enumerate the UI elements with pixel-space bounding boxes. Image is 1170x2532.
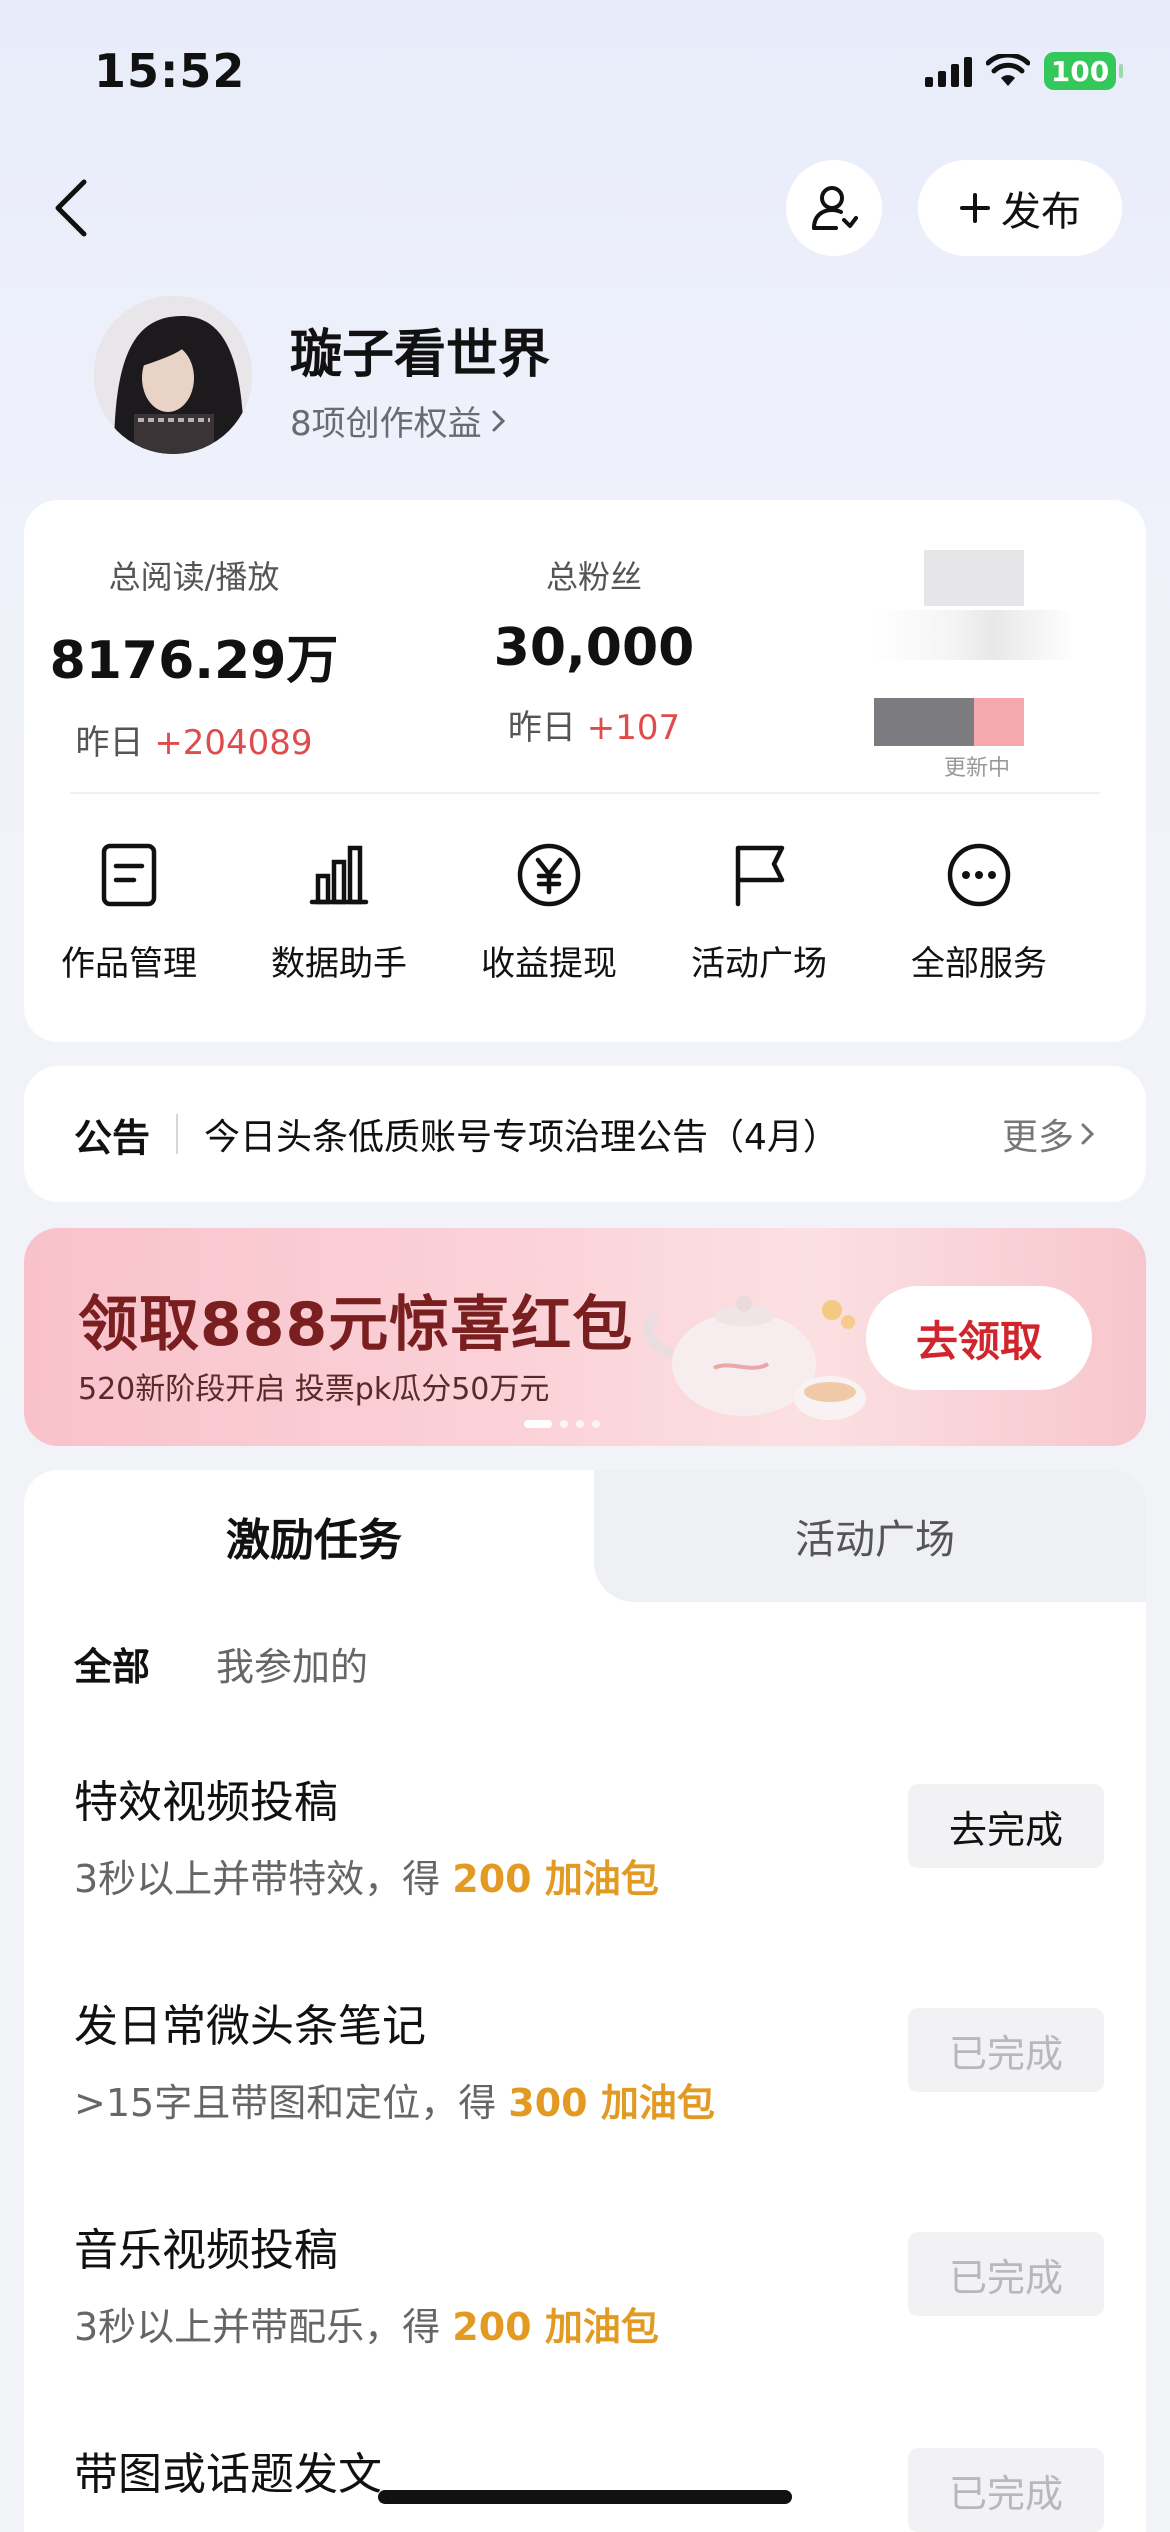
filter-all[interactable]: 全部 (74, 1636, 150, 1691)
publish-button[interactable]: 发布 (918, 160, 1122, 256)
redaction-block (874, 610, 1074, 660)
carousel-indicator (524, 1420, 600, 1428)
announcement-text[interactable]: 今日头条低质账号专项治理公告（4月） (204, 1108, 839, 1160)
task-complete-button[interactable]: 去完成 (908, 1784, 1104, 1868)
document-icon (101, 843, 157, 907)
avatar[interactable] (94, 296, 252, 454)
redaction-block (874, 698, 974, 746)
profile-name: 璇子看世界 (290, 325, 551, 385)
teapot-illustration (643, 1296, 866, 1420)
carousel-dot-active (524, 1420, 552, 1428)
service-earnings-withdraw[interactable]: 收益提现 (444, 840, 654, 985)
redaction-block (924, 550, 1024, 606)
status-icons: 100 (925, 52, 1123, 90)
stat-value: 8176.29万 (49, 631, 339, 691)
task-item: 发日常微头条笔记 >15字且带图和定位，得 300 加油包 已完成 (74, 1990, 1104, 2127)
tab-incentive-tasks[interactable]: 激励任务 (24, 1470, 604, 1602)
wifi-icon (986, 54, 1030, 86)
service-all-services[interactable]: 全部服务 (864, 840, 1094, 985)
updating-label: 更新中 (944, 756, 1011, 781)
stat-label: 总阅读/播放 (108, 558, 280, 596)
announcement-more-link[interactable]: 更多 (1002, 1108, 1096, 1160)
banner-title: 领取888元惊喜红包 (78, 1290, 634, 1360)
service-label: 活动广场 (691, 944, 827, 984)
promo-banner[interactable]: 领取888元惊喜红包 520新阶段开启 投票pk瓜分50万元 去领取 (24, 1228, 1146, 1446)
service-label: 作品管理 (61, 944, 197, 984)
service-label: 全部服务 (911, 944, 1047, 984)
tab-activity-square[interactable]: 活动广场 (604, 1470, 1146, 1602)
user-switch-icon (812, 186, 858, 230)
stats-card: 总阅读/播放 8176.29万 昨日 +204089 总粉丝 30,000 昨日… (24, 500, 1146, 1042)
announcement-bar[interactable]: 公告 今日头条低质账号专项治理公告（4月） 更多 (24, 1066, 1146, 1202)
service-works-manage[interactable]: 作品管理 (24, 840, 234, 985)
divider (176, 1114, 179, 1154)
task-completed-button[interactable]: 已完成 (908, 2232, 1104, 2316)
publish-label: 发布 (1001, 189, 1081, 235)
chevron-right-icon (1081, 1123, 1095, 1145)
task-reward: 300 加油包 (508, 2081, 715, 2125)
chevron-left-icon (55, 179, 87, 237)
banner-subtitle: 520新阶段开启 投票pk瓜分50万元 (78, 1372, 550, 1407)
bar-chart-icon (309, 845, 369, 905)
service-data-assistant[interactable]: 数据助手 (234, 840, 444, 985)
avatar-image (94, 296, 252, 454)
back-button[interactable] (44, 168, 104, 248)
carousel-dot (576, 1420, 584, 1428)
stat-obscured[interactable]: 更新中 (834, 550, 1094, 781)
stat-total-fans[interactable]: 总粉丝 30,000 昨日 +107 (444, 552, 744, 749)
announcement-tag: 公告 (74, 1115, 151, 1160)
stat-delta: 昨日 +204089 (75, 723, 313, 763)
service-label: 收益提现 (481, 944, 617, 984)
carousel-dot (592, 1420, 600, 1428)
carousel-dot (560, 1420, 568, 1428)
cellular-signal-icon (925, 55, 972, 87)
stat-label: 总粉丝 (545, 558, 642, 596)
stat-total-reads[interactable]: 总阅读/播放 8176.29万 昨日 +204089 (44, 552, 344, 764)
task-reward: 200 加油包 (452, 1857, 659, 1901)
filter-joined[interactable]: 我参加的 (216, 1636, 368, 1691)
redaction-block (974, 698, 1024, 746)
plus-icon (960, 193, 990, 223)
divider (70, 792, 1100, 794)
chevron-right-icon (492, 410, 505, 431)
account-switch-button[interactable] (786, 160, 882, 256)
task-reward: 200 加油包 (452, 2305, 659, 2349)
more-icon (947, 843, 1011, 907)
task-completed-button[interactable]: 已完成 (908, 2448, 1104, 2532)
task-item: 音乐视频投稿 3秒以上并带配乐，得 200 加油包 已完成 (74, 2214, 1104, 2351)
creator-rights-link[interactable]: 8项创作权益 (290, 396, 508, 445)
flag-icon (735, 845, 785, 907)
claim-button[interactable]: 去领取 (866, 1286, 1092, 1390)
home-indicator[interactable] (378, 2490, 792, 2504)
tasks-panel: 激励任务 活动广场 全部 我参加的 特效视频投稿 3秒以上并带特效，得 200 … (24, 1470, 1146, 2532)
task-completed-button[interactable]: 已完成 (908, 2008, 1104, 2092)
service-activity-square[interactable]: 活动广场 (654, 840, 864, 985)
battery-indicator: 100 (1044, 52, 1123, 90)
stat-value: 30,000 (493, 618, 695, 678)
stat-delta: 昨日 +107 (507, 708, 681, 748)
creator-rights-label: 8项创作权益 (290, 404, 482, 444)
task-item: 特效视频投稿 3秒以上并带特效，得 200 加油包 去完成 (74, 1766, 1104, 1903)
status-time: 15:52 (94, 44, 246, 98)
yuan-icon (517, 843, 581, 907)
service-label: 数据助手 (271, 944, 407, 984)
more-label: 更多 (1001, 1117, 1074, 1158)
